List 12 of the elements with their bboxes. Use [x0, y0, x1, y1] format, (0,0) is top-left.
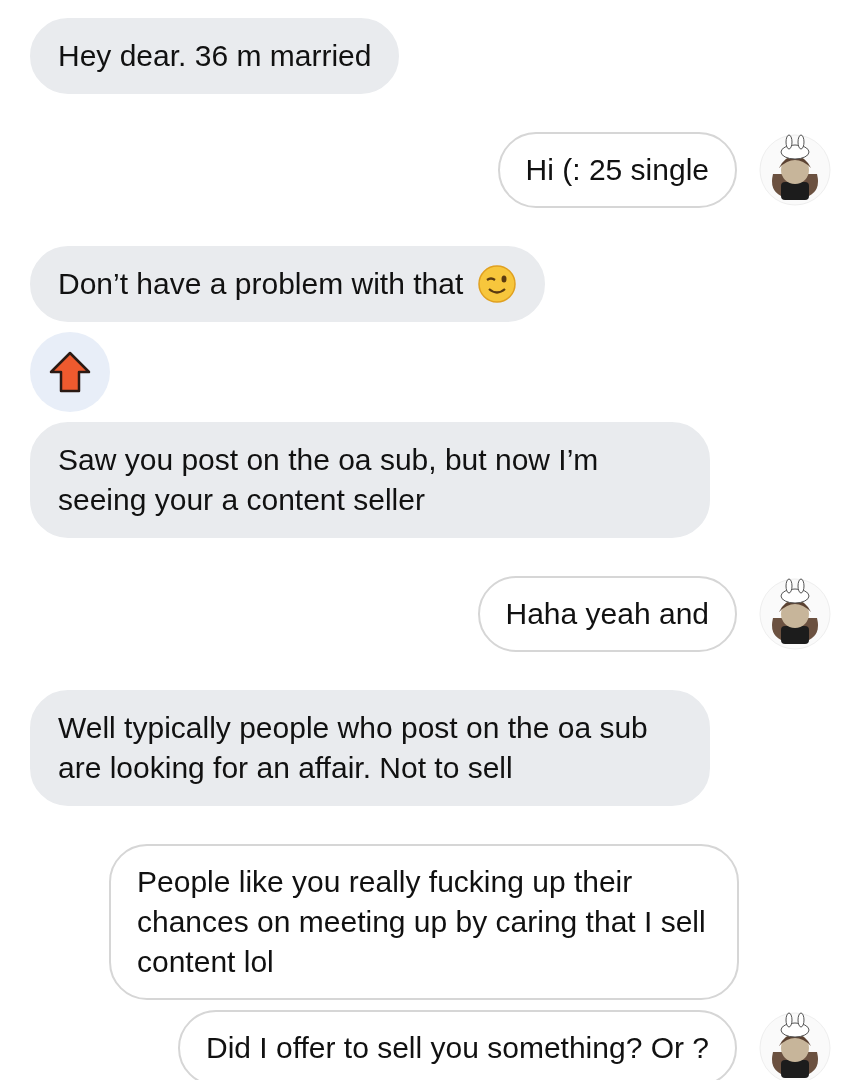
avatar-icon [759, 134, 831, 206]
message-text: Saw you post on the oa sub, but now I’m seeing your a content seller [58, 442, 600, 518]
message-text: Did I offer to sell you something? Or ? [205, 1030, 709, 1066]
message-text: Hey dear. 36 m married [58, 38, 372, 74]
avatar-icon [759, 1012, 831, 1080]
avatar-icon [759, 578, 831, 650]
message-text: Hi (: 25 single [525, 152, 709, 188]
message-text: Haha yeah and [505, 596, 709, 632]
up-arrow-icon [48, 351, 92, 393]
message-text: People like you really fucking up their chances on meeting up by caring that I sell content lol [137, 864, 707, 980]
message-text: Well typically people who post on the oa sub are looking for an affair. Not to sell [58, 710, 649, 786]
message-text: Don’t have a problem with that [58, 266, 464, 302]
